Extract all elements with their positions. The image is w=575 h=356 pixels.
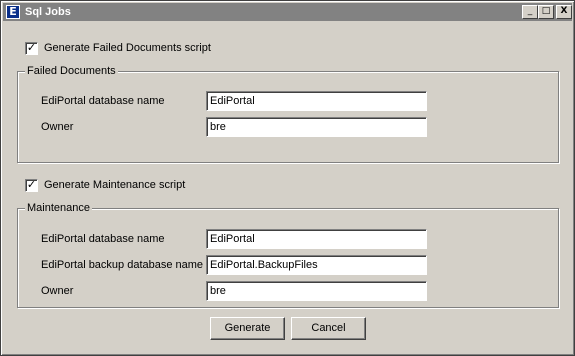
failed-owner-input[interactable]: bre bbox=[206, 117, 427, 137]
minimize-icon: _ bbox=[527, 6, 533, 16]
maintenance-db-name-input[interactable]: EdiPortal bbox=[206, 229, 427, 249]
close-icon: X bbox=[560, 6, 568, 16]
cancel-button[interactable]: Cancel bbox=[291, 317, 366, 340]
generate-maintenance-checkbox[interactable]: ✓ bbox=[25, 179, 38, 192]
failed-documents-group-title: Failed Documents bbox=[25, 64, 118, 78]
failed-db-name-input[interactable]: EdiPortal bbox=[206, 91, 427, 111]
maintenance-owner-input[interactable]: bre bbox=[206, 281, 427, 301]
generate-maintenance-label[interactable]: Generate Maintenance script bbox=[44, 179, 185, 192]
generate-button[interactable]: Generate bbox=[210, 317, 285, 340]
failed-db-name-label: EdiPortal database name bbox=[41, 95, 165, 107]
maximize-button[interactable]: □ bbox=[538, 5, 554, 19]
close-button[interactable]: X bbox=[556, 5, 572, 19]
failed-owner-label: Owner bbox=[41, 121, 74, 133]
maintenance-group-title: Maintenance bbox=[25, 201, 92, 215]
sql-jobs-window: E Sql Jobs _ □ X ✓ Generate Failed Docum… bbox=[0, 0, 575, 356]
minimize-button[interactable]: _ bbox=[522, 5, 538, 19]
window-title: Sql Jobs bbox=[25, 6, 71, 18]
maximize-icon: □ bbox=[541, 6, 551, 16]
generate-failed-documents-label[interactable]: Generate Failed Documents script bbox=[44, 42, 211, 55]
title-bar[interactable]: E Sql Jobs _ □ X bbox=[3, 3, 572, 21]
maintenance-backup-db-name-input[interactable]: EdiPortal.BackupFiles bbox=[206, 255, 427, 275]
maintenance-backup-db-name-label: EdiPortal backup database name bbox=[41, 259, 204, 271]
app-icon: E bbox=[6, 5, 20, 19]
generate-failed-documents-checkbox[interactable]: ✓ bbox=[25, 42, 38, 55]
maintenance-db-name-label: EdiPortal database name bbox=[41, 233, 165, 245]
maintenance-owner-label: Owner bbox=[41, 285, 74, 297]
